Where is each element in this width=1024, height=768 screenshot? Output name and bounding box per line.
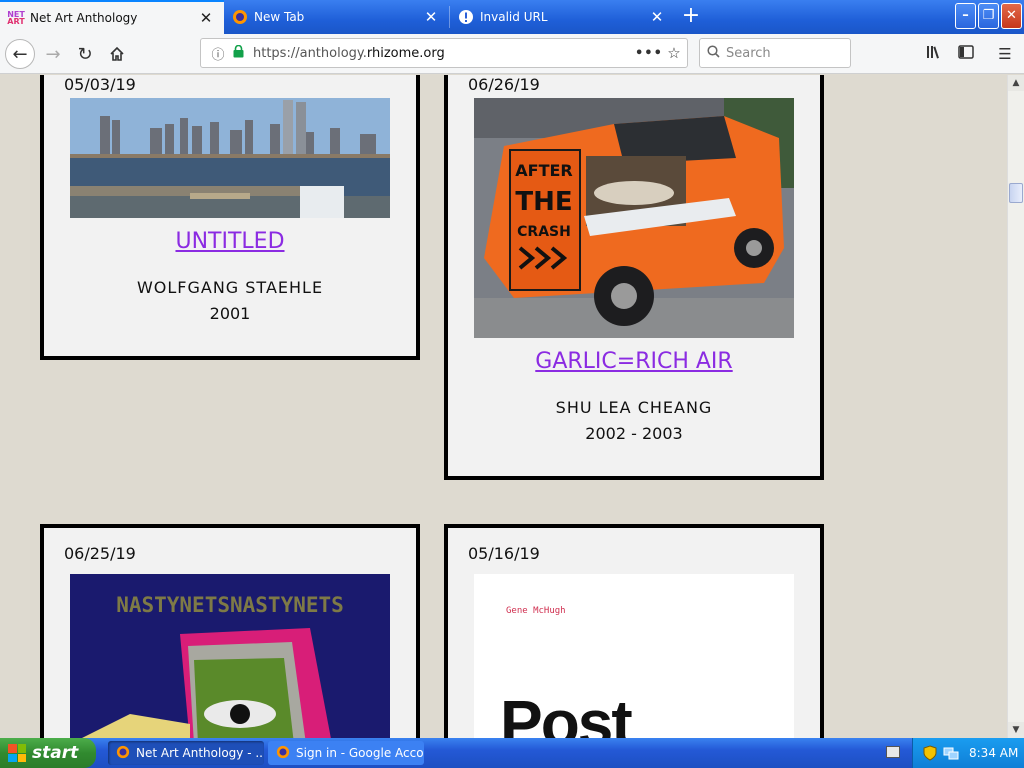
- back-button[interactable]: ←: [5, 39, 35, 69]
- library-icon[interactable]: [921, 41, 947, 67]
- forward-button[interactable]: →: [38, 39, 68, 69]
- artwork-card: 06/26/19 AFTER THE CRASH GARLIC=RICH AIR…: [444, 75, 824, 480]
- url-scheme: https://anthology.: [253, 45, 367, 61]
- search-icon: [700, 44, 726, 62]
- artwork-card: 05/16/19 Gene McHugh Post: [444, 524, 824, 738]
- back-arrow-icon: ←: [12, 43, 28, 65]
- warning-icon: [458, 9, 474, 25]
- system-tray: 8:34 AM: [912, 738, 1024, 768]
- firefox-icon: [232, 9, 248, 25]
- tab-invalid-url[interactable]: Invalid URL ✕: [450, 0, 675, 34]
- info-icon[interactable]: ⓘ: [207, 44, 229, 63]
- card-date: 06/26/19: [468, 75, 540, 94]
- bookmark-star-icon[interactable]: ☆: [661, 44, 687, 62]
- taskbar-item-sign-in[interactable]: Sign in - Google Acco...: [268, 741, 424, 765]
- artwork-title-link[interactable]: UNTITLED: [44, 229, 416, 254]
- artwork-card: 06/25/19 NASTYNETSNASTYNETS: [40, 524, 420, 738]
- card-date: 05/03/19: [64, 75, 136, 94]
- home-icon: [110, 46, 124, 61]
- start-label: start: [32, 743, 79, 763]
- minimize-button[interactable]: –: [955, 3, 976, 29]
- new-tab-button[interactable]: +: [677, 2, 705, 32]
- orange-truck-photo[interactable]: AFTER THE CRASH: [474, 98, 794, 338]
- search-box[interactable]: Search: [699, 38, 851, 68]
- tab-new-tab[interactable]: New Tab ✕: [224, 0, 449, 34]
- firefox-icon: [116, 745, 130, 762]
- taskbar-item-label: Net Art Anthology - ...: [136, 746, 264, 760]
- truck-text-the: THE: [515, 187, 572, 217]
- reload-button[interactable]: ↻: [70, 39, 100, 69]
- restore-button[interactable]: ❐: [978, 3, 999, 29]
- forward-arrow-icon: →: [45, 43, 61, 65]
- artwork-artist: SHU LEA CHEANG: [555, 398, 713, 417]
- tab-label: Invalid URL: [480, 10, 548, 24]
- sidebar-icon[interactable]: [953, 41, 979, 67]
- scroll-down-arrow[interactable]: ▼: [1008, 722, 1024, 738]
- clock[interactable]: 8:34 AM: [969, 746, 1018, 760]
- book-author: Gene McHugh: [506, 606, 566, 616]
- search-placeholder: Search: [726, 45, 771, 61]
- close-window-button[interactable]: ✕: [1001, 3, 1022, 29]
- new-york-skyline-photo[interactable]: [70, 98, 390, 218]
- navigation-toolbar: ← → ↻ ⓘ https://anthology.rhizome.org ••…: [0, 34, 1024, 74]
- lock-icon[interactable]: [229, 44, 247, 61]
- close-icon[interactable]: ✕: [647, 8, 667, 26]
- taskbar-item-net-art-anthology[interactable]: Net Art Anthology - ...: [108, 741, 264, 765]
- security-shield-icon[interactable]: [923, 745, 937, 764]
- scrollbar-thumb[interactable]: [1009, 183, 1023, 203]
- url-text[interactable]: https://anthology.rhizome.org: [253, 46, 635, 61]
- net-art-logo-icon: NET ART: [7, 10, 25, 26]
- windows-logo-icon: [8, 744, 26, 762]
- network-icon[interactable]: [943, 745, 959, 764]
- page-actions-icon[interactable]: •••: [635, 46, 662, 61]
- book-title: Post: [500, 687, 633, 738]
- firefox-icon: [276, 745, 290, 762]
- tab-net-art-anthology[interactable]: NET ART Net Art Anthology ✕: [0, 0, 224, 34]
- nastynets-graphic[interactable]: NASTYNETSNASTYNETS: [70, 574, 390, 738]
- card-date: 05/16/19: [468, 544, 540, 563]
- truck-text-crash: CRASH: [517, 224, 571, 240]
- artwork-artist: WOLFGANG STAEHLE: [136, 278, 324, 297]
- postinternet-book-cover[interactable]: Gene McHugh Post: [474, 574, 794, 738]
- tab-label: New Tab: [254, 10, 305, 24]
- keyboard-icon[interactable]: [886, 746, 900, 758]
- close-icon[interactable]: ✕: [421, 8, 441, 26]
- home-button[interactable]: [102, 39, 132, 69]
- taskbar-item-label: Sign in - Google Acco...: [296, 746, 424, 760]
- tab-label: Net Art Anthology: [30, 11, 138, 25]
- windows-taskbar: start Net Art Anthology - ... Sign in - …: [0, 738, 1024, 768]
- vertical-scrollbar[interactable]: ▲ ▼: [1007, 75, 1024, 738]
- artwork-card: 05/03/19 UNTITLED WOLFGANG STAEHLE 2001: [40, 75, 420, 360]
- menu-icon[interactable]: ☰: [992, 41, 1018, 67]
- address-bar[interactable]: ⓘ https://anthology.rhizome.org ••• ☆: [200, 38, 688, 68]
- url-host: rhizome.org: [366, 45, 445, 61]
- reload-icon: ↻: [77, 43, 93, 65]
- artwork-year: 2002 - 2003: [585, 424, 683, 443]
- artwork-year: 2001: [209, 304, 251, 323]
- start-button[interactable]: start: [0, 738, 96, 768]
- close-icon[interactable]: ✕: [196, 9, 216, 27]
- page-content: 05/03/19 UNTITLED WOLFGANG STAEHLE 2001 …: [0, 75, 1007, 738]
- nastynets-text: NASTYNETSNASTYNETS: [116, 593, 344, 617]
- artwork-title-link[interactable]: GARLIC=RICH AIR: [448, 349, 820, 374]
- card-date: 06/25/19: [64, 544, 136, 563]
- truck-text-after: AFTER: [515, 161, 572, 180]
- tab-strip: NET ART Net Art Anthology ✕ New Tab ✕ Inv…: [0, 0, 1024, 34]
- scroll-up-arrow[interactable]: ▲: [1008, 75, 1024, 91]
